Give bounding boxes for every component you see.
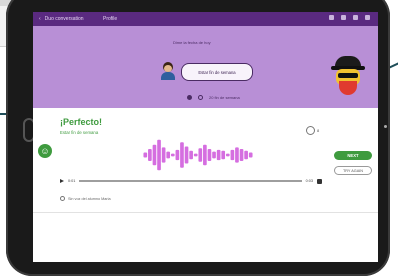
progress-label: 20 fin de semana bbox=[209, 95, 240, 100]
waveform-bar bbox=[184, 146, 189, 164]
waveform-bar bbox=[175, 149, 180, 161]
waveform-bar bbox=[248, 152, 253, 158]
waveform-bar bbox=[212, 151, 216, 159]
tablet-screen: ‹ Duo conversation Profile Dime la fecha… bbox=[33, 12, 378, 262]
try-again-button[interactable]: TRY AGAIN bbox=[334, 166, 372, 175]
waveform-bar bbox=[161, 147, 166, 163]
progress-indicator: 20 fin de semana bbox=[187, 95, 240, 100]
waveform-bar bbox=[235, 147, 239, 163]
lesson-area: Dime la fecha de hoy Estar fin de semana… bbox=[33, 26, 378, 108]
header-icons bbox=[329, 15, 370, 20]
speech-bubble[interactable]: Estar fin de semana bbox=[181, 63, 253, 81]
play-icon[interactable] bbox=[60, 179, 64, 183]
header-nav[interactable]: ‹ Duo conversation bbox=[39, 16, 84, 22]
volume-icon[interactable] bbox=[329, 15, 334, 20]
speaker-avatar bbox=[160, 62, 176, 80]
hint-text: Sin voz del alumno Maria bbox=[68, 196, 111, 201]
mascot-character bbox=[331, 56, 365, 96]
waveform-bar bbox=[170, 153, 175, 157]
waveform-bar bbox=[143, 152, 148, 158]
feedback-panel: ☺ ¡Perfecto! Estar fin de semana 8 0:01 … bbox=[33, 108, 378, 213]
back-arrow-icon[interactable]: ‹ bbox=[39, 16, 41, 22]
waveform-bar bbox=[239, 149, 244, 161]
seek-bar[interactable] bbox=[79, 180, 302, 182]
audio-player: 0:01 0:03 bbox=[60, 177, 322, 185]
score-ring-icon bbox=[306, 126, 315, 135]
progress-dot-filled bbox=[187, 95, 192, 100]
score-indicator: 8 bbox=[306, 126, 319, 135]
time-end: 0:03 bbox=[305, 179, 313, 183]
close-icon[interactable] bbox=[365, 15, 370, 20]
next-button[interactable]: NEXT bbox=[334, 151, 372, 160]
info-icon bbox=[60, 196, 65, 201]
waveform-bar bbox=[148, 149, 152, 161]
waveform-bar bbox=[230, 149, 235, 161]
waveform-bar bbox=[152, 144, 157, 166]
hint-icon[interactable] bbox=[341, 15, 346, 20]
waveform-bar bbox=[189, 150, 193, 160]
waveform-bar bbox=[193, 153, 198, 157]
waveform-bar bbox=[225, 153, 230, 157]
waveform-bar bbox=[221, 150, 226, 160]
time-start: 0:01 bbox=[68, 179, 76, 183]
waveform-bar bbox=[157, 139, 161, 171]
header-title: Profile bbox=[103, 16, 118, 22]
volume-icon[interactable] bbox=[317, 178, 322, 184]
smiley-icon: ☺ bbox=[38, 144, 52, 158]
waveform-bar bbox=[244, 150, 248, 160]
app-header: ‹ Duo conversation Profile bbox=[33, 12, 378, 26]
feedback-subtitle: Estar fin de semana bbox=[60, 130, 99, 135]
waveform-bar bbox=[216, 149, 221, 161]
feedback-title: ¡Perfecto! bbox=[60, 117, 103, 127]
hint-row: Sin voz del alumno Maria bbox=[60, 196, 111, 201]
waveform-bar bbox=[180, 142, 184, 168]
waveform-bar bbox=[166, 151, 171, 159]
waveform-bar bbox=[198, 148, 203, 162]
score-value: 8 bbox=[317, 128, 320, 133]
camera-sensor bbox=[384, 125, 387, 128]
waveform-bar bbox=[203, 144, 207, 166]
prompt-label: Dime la fecha de hoy bbox=[173, 40, 211, 45]
progress-dot-empty bbox=[198, 95, 203, 100]
audio-waveform bbox=[143, 139, 253, 171]
header-left-label: Duo conversation bbox=[44, 16, 84, 22]
settings-icon[interactable] bbox=[353, 15, 358, 20]
waveform-bar bbox=[207, 149, 212, 161]
